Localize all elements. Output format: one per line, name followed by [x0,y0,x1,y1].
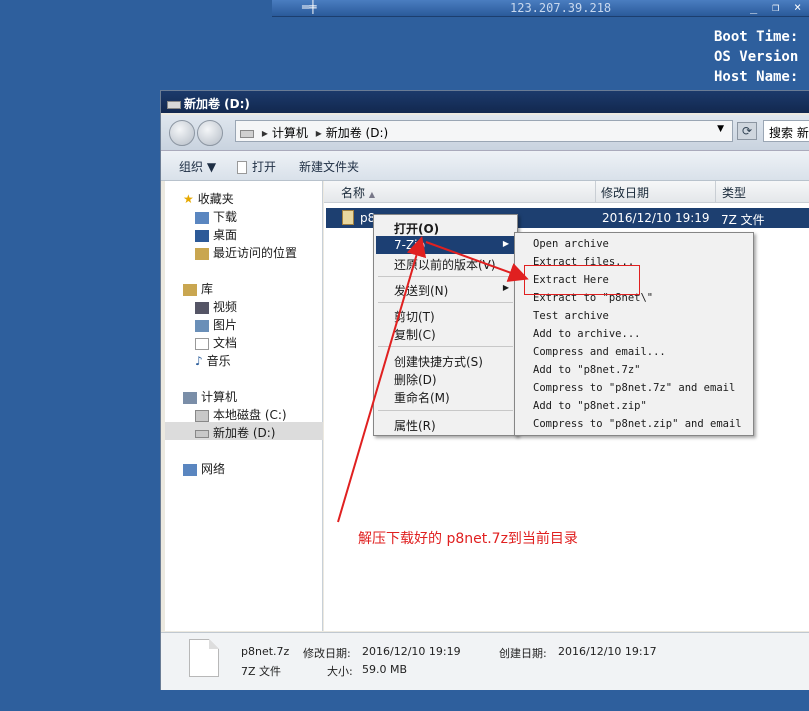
annotation-arrow-right [425,241,529,282]
annotation-arrows [337,236,529,523]
annotation-arrow-up [337,236,427,523]
annotation-text: 解压下载好的 p8net.7z到当前目录 [358,531,578,547]
